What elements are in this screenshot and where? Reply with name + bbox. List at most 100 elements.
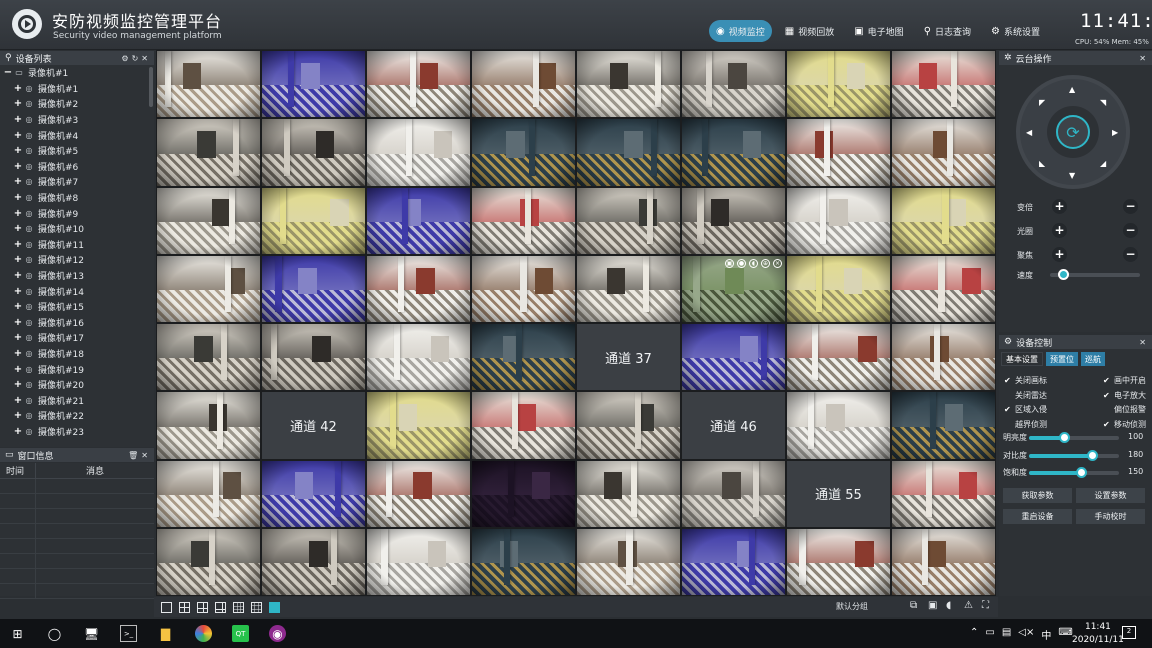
video-channel[interactable] [262, 51, 365, 118]
slider-handle[interactable] [1076, 467, 1088, 478]
video-channel[interactable] [367, 255, 470, 322]
video-channel[interactable] [367, 460, 470, 527]
video-channel[interactable] [892, 460, 995, 527]
video-channel[interactable] [682, 528, 785, 595]
nav-item-gear[interactable]: ⚙ 系统设置 [984, 20, 1047, 42]
video-channel[interactable] [787, 528, 890, 595]
manual-timesync-button[interactable]: 手动校时 [1076, 509, 1145, 524]
arrow-right-icon[interactable]: ▶ [1112, 128, 1118, 137]
video-channel[interactable] [472, 392, 575, 459]
expand-icon[interactable]: + [13, 114, 23, 125]
video-channel[interactable] [577, 528, 680, 595]
layout-1-icon[interactable] [161, 601, 172, 613]
slider-handle[interactable] [1087, 449, 1098, 461]
get-params-button[interactable]: 获取参数 [1003, 488, 1072, 503]
layout-64-icon[interactable] [269, 601, 280, 613]
expand-icon[interactable]: + [13, 301, 23, 312]
windows-start-icon[interactable]: ⊞ [9, 625, 26, 642]
tree-item-camera[interactable]: + ◎ 摄像机#3 [0, 112, 154, 128]
video-channel[interactable] [577, 51, 680, 118]
app-running-icon[interactable]: ◉ [269, 625, 286, 642]
close-icon[interactable]: × [773, 258, 782, 268]
video-channel[interactable] [157, 392, 260, 459]
option-checkbox[interactable]: 偏位报警 [1103, 404, 1146, 415]
tab-basic[interactable]: 基本设置 [1001, 352, 1043, 366]
adjust-slider[interactable] [1029, 432, 1119, 443]
tree-item-camera[interactable]: + ◎ 摄像机#2 [0, 96, 154, 112]
video-channel[interactable] [157, 51, 260, 118]
zoom-out-button[interactable]: − [1123, 199, 1138, 214]
video-channel[interactable] [682, 324, 785, 391]
tree-item-camera[interactable]: + ◎ 摄像机#9 [0, 205, 154, 221]
iris-open-button[interactable]: + [1052, 223, 1067, 238]
tree-item-camera[interactable]: + ◎ 摄像机#17 [0, 330, 154, 346]
tree-item-camera[interactable]: + ◎ 摄像机#12 [0, 252, 154, 268]
tab-cruise[interactable]: 巡航 [1081, 352, 1105, 366]
tree-item-camera[interactable]: + ◎ 摄像机#14 [0, 283, 154, 299]
computer-icon[interactable]: 🖥 [83, 625, 100, 642]
tree-item-camera[interactable]: + ◎ 摄像机#4 [0, 127, 154, 143]
layout-4-icon[interactable] [179, 601, 190, 613]
video-channel[interactable] [472, 324, 575, 391]
video-channel[interactable] [157, 187, 260, 254]
close-icon[interactable]: ✕ [1139, 338, 1146, 347]
video-channel[interactable] [682, 187, 785, 254]
chevron-up-icon[interactable]: ⌃ [970, 627, 978, 642]
reboot-device-button[interactable]: 重启设备 [1003, 509, 1072, 524]
speed-slider-handle[interactable] [1058, 269, 1069, 280]
expand-icon[interactable]: + [13, 254, 23, 265]
tree-item-camera[interactable]: + ◎ 摄像机#15 [0, 299, 154, 315]
video-channel[interactable] [682, 460, 785, 527]
search-circle-icon[interactable]: ◯ [46, 625, 63, 642]
expand-icon[interactable]: + [13, 83, 23, 94]
expand-icon[interactable]: + [13, 130, 23, 141]
option-checkbox[interactable]: ✔ 关闭画标 [1004, 375, 1047, 386]
arrow-down-left-icon[interactable]: ◣ [1039, 159, 1045, 168]
video-channel[interactable] [262, 528, 365, 595]
tree-item-camera[interactable]: + ◎ 摄像机#6 [0, 159, 154, 175]
expand-icon[interactable]: + [13, 223, 23, 234]
battery-icon[interactable]: ▭ [985, 627, 994, 642]
option-checkbox[interactable]: ✔ 区域入侵 [1004, 404, 1047, 415]
close-icon[interactable]: ✕ [141, 451, 148, 460]
expand-icon[interactable]: + [13, 379, 23, 390]
option-checkbox[interactable]: ✔ 画中开启 [1103, 375, 1146, 386]
zoom-icon[interactable]: ⊕ [761, 258, 770, 268]
folder-icon[interactable]: ▇ [157, 625, 174, 642]
tree-item-camera[interactable]: + ◎ 摄像机#20 [0, 377, 154, 393]
video-channel[interactable] [787, 187, 890, 254]
tree-item-camera[interactable]: + ◎ 摄像机#1 [0, 81, 154, 97]
tree-item-camera[interactable]: + ◎ 摄像机#21 [0, 392, 154, 408]
video-channel-empty[interactable]: 通道 55 [787, 460, 890, 527]
ime-indicator[interactable]: 中 [1041, 627, 1051, 642]
video-channel[interactable] [367, 187, 470, 254]
video-channel[interactable] [892, 392, 995, 459]
video-channel[interactable] [682, 119, 785, 186]
tree-item-camera[interactable]: + ◎ 摄像机#10 [0, 221, 154, 237]
video-channel[interactable] [787, 51, 890, 118]
video-channel[interactable] [367, 392, 470, 459]
expand-icon[interactable]: + [13, 145, 23, 156]
tree-item-camera[interactable]: + ◎ 摄像机#11 [0, 237, 154, 253]
video-channel[interactable] [787, 324, 890, 391]
video-channel[interactable] [892, 324, 995, 391]
expand-icon[interactable]: + [13, 317, 23, 328]
arrow-left-icon[interactable]: ◀ [1026, 128, 1032, 137]
expand-icon[interactable]: + [13, 176, 23, 187]
focus-far-button[interactable]: − [1123, 247, 1138, 262]
adjust-slider[interactable] [1029, 449, 1119, 461]
ptz-direction-pad[interactable]: ▲ ▼ ◀ ▶ ◤ ◥ ◣ ◢ ⟳ [1016, 75, 1130, 189]
video-channel[interactable] [577, 187, 680, 254]
audio-icon[interactable]: ◖ [946, 600, 951, 611]
terminal-icon[interactable]: >_ [120, 625, 137, 642]
expand-icon[interactable]: + [13, 332, 23, 343]
video-channel[interactable] [892, 119, 995, 186]
nav-item-camera[interactable]: ◉ 视频监控 [709, 20, 772, 42]
taskbar-clock[interactable]: 11:41 2020/11/11 [1072, 621, 1124, 647]
layout-8-icon[interactable] [215, 601, 226, 613]
record-icon[interactable]: ● [737, 258, 746, 268]
video-channel[interactable] [262, 255, 365, 322]
expand-icon[interactable]: + [13, 410, 23, 421]
video-channel-empty[interactable]: 通道 46 [682, 392, 785, 459]
tree-item-camera[interactable]: + ◎ 摄像机#22 [0, 408, 154, 424]
